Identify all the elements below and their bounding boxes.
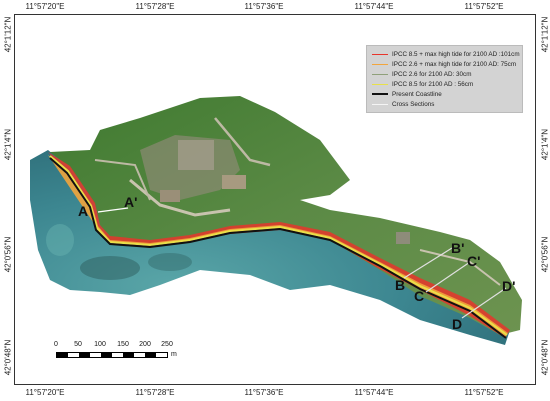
coord-left-label: 42°1'12"N xyxy=(3,16,13,53)
coord-bottom-label: 11°57'20"E xyxy=(25,388,65,397)
legend-swatch xyxy=(372,73,388,75)
cross-section-label-d: D xyxy=(452,316,463,332)
map-legend: IPCC 8.5 + max high tide for 2100 AD :10… xyxy=(366,45,523,113)
cross-section-label-c-prime: C' xyxy=(467,253,481,269)
coord-bottom-label: 11°57'44"E xyxy=(354,388,394,397)
cross-section-label-c: C xyxy=(414,288,425,304)
coord-right-label: 42°1'12"N xyxy=(540,16,550,53)
scale-tick-label: 150 xyxy=(117,341,129,348)
scale-tick-label: 0 xyxy=(54,341,58,348)
legend-label: Present Coastline xyxy=(392,90,442,98)
legend-swatch xyxy=(372,103,388,105)
legend-item: Cross Sections xyxy=(372,99,517,109)
coord-top-label: 11°57'52"E xyxy=(464,2,504,11)
coord-bottom-label: 11°57'36"E xyxy=(244,388,284,397)
legend-label: IPCC 2.6 for 2100 AD: 30cm xyxy=(392,70,472,78)
legend-item: IPCC 2.6 + max high tide for 2100 AD: 75… xyxy=(372,59,517,69)
cross-section-label-a-prime: A' xyxy=(124,194,138,210)
map-figure: 11°57'20"E 11°57'28"E 11°57'36"E 11°57'4… xyxy=(0,0,550,401)
cross-section-label-a: A xyxy=(78,203,89,219)
legend-swatch xyxy=(372,93,388,95)
legend-swatch xyxy=(372,53,388,55)
coord-top-label: 11°57'28"E xyxy=(135,2,175,11)
coord-top-label: 11°57'36"E xyxy=(244,2,284,11)
coord-left-label: 42°1'4"N xyxy=(3,128,13,161)
coord-top-label: 11°57'20"E xyxy=(25,2,65,11)
scale-tick-label: 50 xyxy=(74,341,82,348)
scale-tick-label: 100 xyxy=(94,341,106,348)
scale-bar-graphic xyxy=(56,352,168,358)
scale-tick-label: 200 xyxy=(139,341,151,348)
scale-tick-label: 250 xyxy=(161,341,173,348)
legend-item: IPCC 8.5 + max high tide for 2100 AD :10… xyxy=(372,49,520,59)
coord-top-label: 11°57'44"E xyxy=(354,2,394,11)
legend-swatch xyxy=(372,83,388,85)
legend-label: IPCC 8.5 for 2100 AD : 56cm xyxy=(392,80,474,88)
coord-bottom-label: 11°57'52"E xyxy=(464,388,504,397)
legend-item: Present Coastline xyxy=(372,89,517,99)
coord-left-label: 42°0'56"N xyxy=(3,236,13,273)
cross-section-label-b-prime: B' xyxy=(451,240,465,256)
cross-section-label-b: B xyxy=(395,277,406,293)
coord-right-label: 42°0'56"N xyxy=(540,236,550,273)
scale-unit-label: m xyxy=(171,351,177,358)
cross-section-label-d-prime: D' xyxy=(502,278,516,294)
coord-bottom-label: 11°57'28"E xyxy=(135,388,175,397)
coord-left-label: 42°0'48"N xyxy=(3,339,13,376)
coord-right-label: 42°0'48"N xyxy=(540,339,550,376)
legend-label: Cross Sections xyxy=(392,100,435,108)
coord-right-label: 42°1'4"N xyxy=(540,128,550,161)
legend-item: IPCC 2.6 for 2100 AD: 30cm xyxy=(372,69,517,79)
legend-label: IPCC 2.6 + max high tide for 2100 AD: 75… xyxy=(392,60,517,68)
legend-item: IPCC 8.5 for 2100 AD : 56cm xyxy=(372,79,517,89)
legend-label: IPCC 8.5 + max high tide for 2100 AD :10… xyxy=(392,50,520,58)
legend-swatch xyxy=(372,63,388,65)
